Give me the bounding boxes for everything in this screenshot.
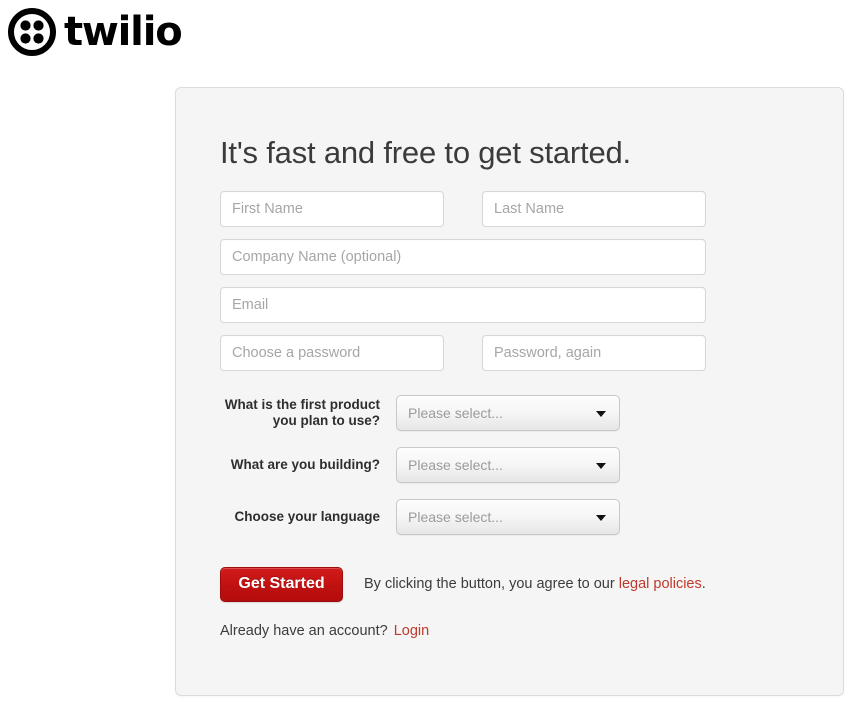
password-field-row [220, 334, 799, 371]
twilio-logo-icon [8, 8, 56, 56]
building-select-value: Please select... [408, 456, 503, 473]
get-started-button[interactable]: Get Started [220, 566, 343, 602]
product-select-label: What is the first product you plan to us… [220, 397, 396, 429]
brand-logo[interactable]: twilio [8, 8, 183, 56]
product-select-label-line1: What is the first product [224, 396, 380, 412]
legal-disclaimer: By clicking the button, you agree to our… [364, 576, 706, 592]
language-select-value: Please select... [408, 508, 503, 525]
existing-account-row: Already have an account? Login [220, 623, 799, 639]
first-name-input[interactable] [220, 190, 444, 227]
login-link[interactable]: Login [394, 623, 429, 639]
chevron-down-icon [596, 462, 606, 469]
legal-disclaimer-suffix: . [701, 576, 706, 593]
building-select-row: What are you building? Please select... [220, 446, 799, 483]
building-select-label: What are you building? [220, 457, 396, 473]
language-select-row: Choose your language Please select... [220, 498, 799, 535]
language-select-label: Choose your language [220, 509, 396, 525]
company-name-input[interactable] [220, 238, 706, 275]
brand-wordmark: twilio [64, 9, 183, 55]
signup-panel: It's fast and free to get started. What … [175, 87, 844, 696]
building-select-label-line1: What are you building? [230, 456, 380, 472]
existing-account-text: Already have an account? [220, 622, 388, 639]
password-confirm-input[interactable] [482, 334, 706, 371]
company-field-row [220, 238, 799, 275]
page-title: It's fast and free to get started. [220, 135, 631, 170]
building-select[interactable]: Please select... [396, 446, 620, 483]
cta-row: Get Started By clicking the button, you … [220, 566, 799, 602]
chevron-down-icon [596, 410, 606, 417]
product-select[interactable]: Please select... [396, 394, 620, 431]
product-select-value: Please select... [408, 404, 503, 421]
name-field-row [220, 190, 799, 227]
email-input[interactable] [220, 286, 706, 323]
language-select-label-line1: Choose your language [234, 508, 380, 524]
legal-policies-link[interactable]: legal policies [619, 576, 702, 592]
signup-page: twilio It's fast and free to get started… [0, 0, 850, 702]
product-select-row: What is the first product you plan to us… [220, 394, 799, 431]
chevron-down-icon [596, 514, 606, 521]
product-select-label-line2: you plan to use? [272, 412, 380, 428]
legal-disclaimer-prefix: By clicking the button, you agree to our [364, 576, 619, 593]
email-field-row [220, 286, 799, 323]
language-select[interactable]: Please select... [396, 498, 620, 535]
password-input[interactable] [220, 334, 444, 371]
last-name-input[interactable] [482, 190, 706, 227]
